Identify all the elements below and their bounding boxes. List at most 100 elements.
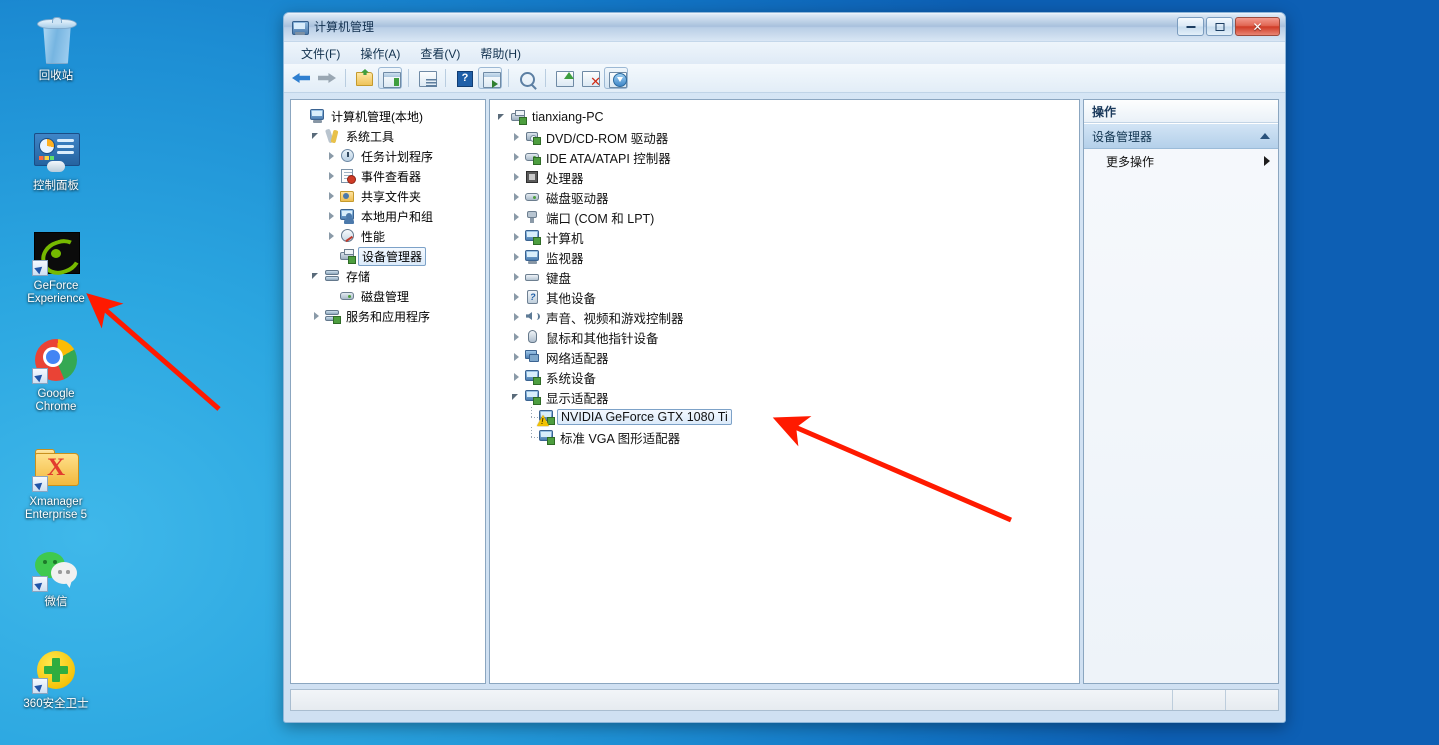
- recycle-bin-icon: [32, 17, 80, 66]
- toolbar-separator: [408, 69, 409, 87]
- forward-button[interactable]: [315, 67, 339, 89]
- update-driver-button[interactable]: [552, 67, 576, 89]
- console-tree-item[interactable]: 共享文件夹: [295, 186, 481, 206]
- console-tree-item[interactable]: 性能: [295, 226, 481, 246]
- window-title: 计算机管理: [314, 20, 375, 34]
- tree-expander-closed[interactable]: [310, 306, 324, 326]
- tree-expander-closed[interactable]: [510, 287, 524, 307]
- tree-expander-closed[interactable]: [510, 167, 524, 187]
- help-button[interactable]: ?: [452, 67, 476, 89]
- show-hide-tree-button[interactable]: [378, 67, 402, 89]
- device-tree-item[interactable]: 计算机: [496, 227, 1073, 247]
- back-button[interactable]: [289, 67, 313, 89]
- display-adapter-icon: [524, 389, 541, 405]
- device-tree-item[interactable]: 鼠标和其他指针设备: [496, 327, 1073, 347]
- console-tree-item[interactable]: 服务和应用程序: [295, 306, 481, 326]
- menu-item-action[interactable]: 操作(A): [351, 42, 409, 65]
- console-tree-item[interactable]: 存储: [295, 266, 481, 286]
- tree-expander-open[interactable]: [310, 266, 324, 286]
- tree-expander-closed[interactable]: [510, 187, 524, 207]
- device-tree-item[interactable]: 网络适配器: [496, 347, 1073, 367]
- console-tree-item[interactable]: 设备管理器: [295, 246, 481, 266]
- local-users-icon: [339, 208, 356, 224]
- device-tree-item[interactable]: IDE ATA/ATAPI 控制器: [496, 147, 1073, 167]
- back-arrow-icon: [292, 73, 310, 83]
- actions-row-more-actions[interactable]: 更多操作: [1084, 149, 1278, 173]
- processor-icon: [524, 169, 541, 185]
- maximize-button[interactable]: [1206, 17, 1233, 36]
- device-tree-item[interactable]: tianxiang-PC: [496, 107, 1073, 127]
- tree-expander-closed[interactable]: [510, 347, 524, 367]
- task-scheduler-icon: [339, 148, 356, 164]
- device-tree-item-label: DVD/CD-ROM 驱动器: [546, 131, 669, 146]
- device-tree-item[interactable]: 监视器: [496, 247, 1073, 267]
- device-tree-item[interactable]: 系统设备: [496, 367, 1073, 387]
- device-tree-item-label: 监视器: [546, 251, 584, 266]
- console-tree-item[interactable]: 事件查看器: [295, 166, 481, 186]
- properties-button[interactable]: [415, 67, 439, 89]
- desktop-icon-control-panel[interactable]: 控制面板: [8, 128, 104, 193]
- close-button[interactable]: ✕: [1235, 17, 1280, 36]
- console-tree-item[interactable]: 计算机管理(本地): [295, 106, 481, 126]
- tree-expander-closed[interactable]: [510, 207, 524, 227]
- menu-item-view[interactable]: 查看(V): [411, 42, 469, 65]
- tree-expander-closed[interactable]: [325, 206, 339, 226]
- console-tree-item[interactable]: 任务计划程序: [295, 146, 481, 166]
- tree-expander-closed[interactable]: [510, 247, 524, 267]
- tree-expander-closed[interactable]: [325, 146, 339, 166]
- device-tree-item[interactable]: 键盘: [496, 267, 1073, 287]
- title-bar[interactable]: 计算机管理 ✕: [284, 13, 1285, 42]
- show-console-button[interactable]: [478, 67, 502, 89]
- console-tree-pane[interactable]: 计算机管理(本地) 系统工具 任务计划程序 事件查看器 共享文件夹本地用户和组性能 设备管…: [290, 99, 486, 684]
- console-tree-item-label: 本地用户和组: [361, 209, 434, 224]
- device-tree-item-label: 标准 VGA 图形适配器: [560, 431, 681, 446]
- tree-expander-closed[interactable]: [510, 147, 524, 167]
- shortcut-overlay-icon: [32, 678, 48, 694]
- device-tree-item[interactable]: 声音、视频和游戏控制器: [496, 307, 1073, 327]
- device-tree-item[interactable]: 标准 VGA 图形适配器: [496, 427, 1073, 447]
- desktop-icon-google-chrome[interactable]: Google Chrome: [8, 336, 104, 414]
- console-tree-item[interactable]: 本地用户和组: [295, 206, 481, 226]
- tree-expander-closed[interactable]: [510, 327, 524, 347]
- tree-expander-closed[interactable]: [325, 186, 339, 206]
- menu-item-file[interactable]: 文件(F): [292, 42, 349, 65]
- toolbar-separator: [445, 69, 446, 87]
- desktop-icon-label: 控制面板: [33, 180, 79, 192]
- device-tree-item[interactable]: 其他设备: [496, 287, 1073, 307]
- desktop-icon-xmanager[interactable]: X Xmanager Enterprise 5: [8, 444, 104, 522]
- up-one-level-button[interactable]: [352, 67, 376, 89]
- minimize-button[interactable]: [1177, 17, 1204, 36]
- toolbar-separator: [545, 69, 546, 87]
- tree-expander-closed[interactable]: [510, 367, 524, 387]
- tree-expander-open[interactable]: [496, 107, 510, 127]
- tree-expander-closed[interactable]: [325, 226, 339, 246]
- device-tree-item[interactable]: DVD/CD-ROM 驱动器: [496, 127, 1073, 147]
- actions-section-device-manager[interactable]: 设备管理器: [1084, 123, 1278, 149]
- device-tree-pane[interactable]: tianxiang-PC DVD/CD-ROM 驱动器 IDE ATA/ATAPI …: [489, 99, 1080, 684]
- console-tree-item[interactable]: 磁盘管理: [295, 286, 481, 306]
- tree-expander-open[interactable]: [310, 126, 324, 146]
- install-driver-button[interactable]: [604, 67, 628, 89]
- chevron-right-icon: [1264, 156, 1270, 166]
- device-tree-item[interactable]: 端口 (COM 和 LPT): [496, 207, 1073, 227]
- device-tree-item[interactable]: 磁盘驱动器: [496, 187, 1073, 207]
- tree-expander-closed[interactable]: [510, 267, 524, 287]
- chevron-up-icon[interactable]: [1260, 133, 1270, 139]
- disable-device-button[interactable]: ✕: [578, 67, 602, 89]
- console-tree-item[interactable]: 系统工具: [295, 126, 481, 146]
- device-tree-item[interactable]: NVIDIA GeForce GTX 1080 Ti: [496, 407, 1073, 427]
- desktop-icon-geforce-experience[interactable]: GeForce Experience: [8, 228, 104, 306]
- desktop-icon-wechat[interactable]: 微信: [8, 544, 104, 609]
- device-tree-item[interactable]: 处理器: [496, 167, 1073, 187]
- tree-expander-closed[interactable]: [510, 127, 524, 147]
- scan-hardware-changes-button[interactable]: [515, 67, 539, 89]
- desktop-icon-recycle-bin[interactable]: 回收站: [8, 17, 104, 83]
- tree-expander-closed[interactable]: [325, 166, 339, 186]
- tree-expander-closed[interactable]: [510, 227, 524, 247]
- desktop-icon-360-safe[interactable]: 360安全卫士: [8, 646, 104, 711]
- tree-expander-open[interactable]: [510, 387, 524, 407]
- tree-expander-closed[interactable]: [510, 307, 524, 327]
- status-bar-segment: [1172, 690, 1225, 710]
- device-tree-item[interactable]: 显示适配器: [496, 387, 1073, 407]
- menu-item-help[interactable]: 帮助(H): [471, 42, 530, 65]
